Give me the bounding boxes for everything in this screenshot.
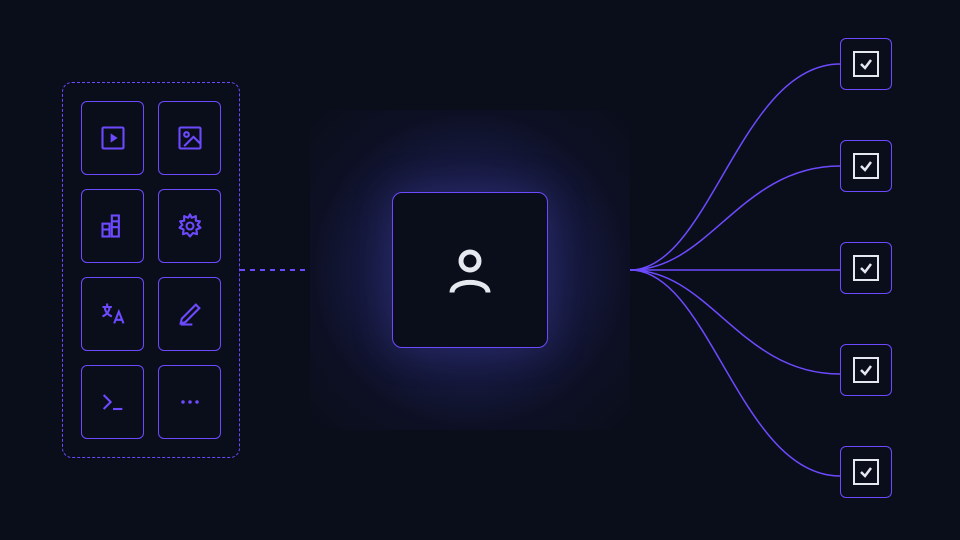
tool-settings[interactable]	[158, 189, 221, 263]
connector-dashed	[240, 269, 310, 271]
checkbox-icon	[853, 153, 879, 179]
check-item-4[interactable]	[840, 344, 892, 396]
columns-icon	[99, 212, 127, 240]
check-item-2[interactable]	[840, 140, 892, 192]
tool-edit[interactable]	[158, 277, 221, 351]
translate-icon	[99, 300, 127, 328]
edit-icon	[176, 300, 204, 328]
tool-image[interactable]	[158, 101, 221, 175]
terminal-icon	[99, 388, 127, 416]
center-card	[310, 110, 630, 430]
checkbox-icon	[853, 51, 879, 77]
user-node[interactable]	[392, 192, 548, 348]
tool-play[interactable]	[81, 101, 144, 175]
check-item-5[interactable]	[840, 446, 892, 498]
connector-fanout	[630, 0, 840, 540]
checkbox-icon	[853, 357, 879, 383]
image-icon	[176, 124, 204, 152]
check-item-3[interactable]	[840, 242, 892, 294]
more-icon	[176, 388, 204, 416]
gear-icon	[176, 212, 204, 240]
tool-panel	[62, 82, 240, 458]
tool-columns[interactable]	[81, 189, 144, 263]
check-item-1[interactable]	[840, 38, 892, 90]
checkbox-icon	[853, 459, 879, 485]
user-icon	[443, 243, 497, 297]
tool-more[interactable]	[158, 365, 221, 439]
check-column	[840, 38, 892, 498]
play-icon	[99, 124, 127, 152]
tool-terminal[interactable]	[81, 365, 144, 439]
tool-translate[interactable]	[81, 277, 144, 351]
checkbox-icon	[853, 255, 879, 281]
